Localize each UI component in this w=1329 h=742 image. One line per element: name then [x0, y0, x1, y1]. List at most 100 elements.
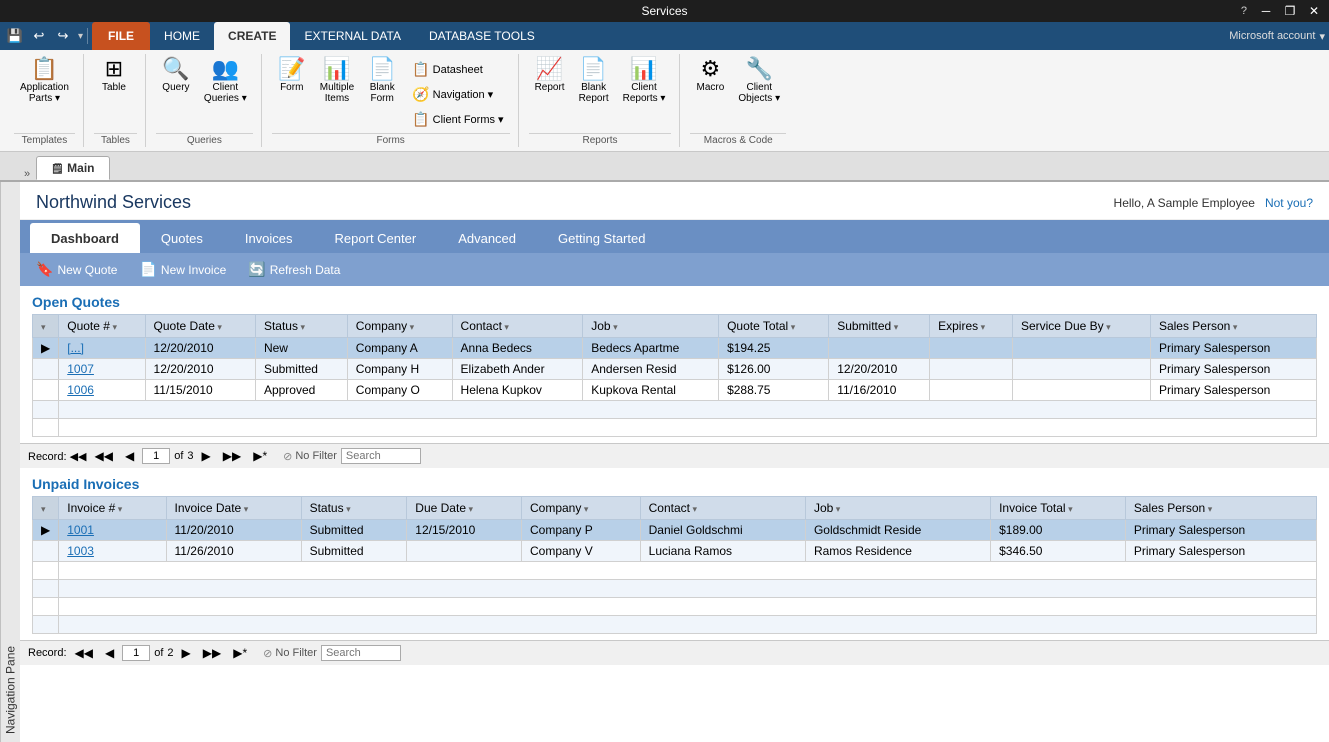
- nav-pane-toggle-btn[interactable]: »: [24, 168, 30, 180]
- row-selector: [33, 380, 59, 401]
- ribbon-tab-database-tools[interactable]: DATABASE TOOLS: [415, 22, 549, 50]
- ribbon-btn-client-objects[interactable]: 🔧 ClientObjects ▾: [732, 54, 786, 108]
- inv-no-filter-label: No Filter: [275, 647, 317, 659]
- col-sales-person[interactable]: Sales Person: [1150, 315, 1316, 338]
- quote-id-link[interactable]: 1007: [59, 359, 145, 380]
- ribbon-btn-navigation[interactable]: 🧭 Navigation ▾: [406, 83, 509, 106]
- restore-button[interactable]: ❐: [1279, 0, 1301, 22]
- quick-access-toolbar: 💾 ↩ ↪ ▾ FILE HOME CREATE EXTERNAL DATA D…: [0, 22, 1329, 50]
- minimize-button[interactable]: ─: [1255, 0, 1277, 22]
- prev-button[interactable]: ◀: [121, 447, 138, 465]
- ribbon-btn-client-queries[interactable]: 👥 ClientQueries ▾: [198, 54, 253, 108]
- invoice-id-link[interactable]: 1003: [59, 541, 166, 562]
- quote-submitted: 12/20/2010: [829, 359, 930, 380]
- inv-prev-button[interactable]: ◀: [101, 644, 118, 662]
- ribbon-tab-external-data[interactable]: EXTERNAL DATA: [290, 22, 414, 50]
- ribbon-btn-client-forms[interactable]: 📋 Client Forms ▾: [406, 108, 509, 131]
- ribbon-content: 📋 ApplicationParts ▾ Templates ⊞ Table T…: [0, 50, 1329, 152]
- ribbon-btn-blank-report[interactable]: 📄 BlankReport: [573, 54, 615, 108]
- account-chevron: ▾: [1319, 30, 1325, 43]
- tables-group-label: Tables: [94, 133, 137, 147]
- ribbon-btn-report[interactable]: 📈 Report: [529, 54, 571, 97]
- col-contact[interactable]: Contact: [452, 315, 583, 338]
- next-last-button[interactable]: ▶▶: [219, 447, 245, 465]
- col-service-due-by[interactable]: Service Due By: [1012, 315, 1150, 338]
- quote-id-link[interactable]: 1006: [59, 380, 145, 401]
- new-invoice-button[interactable]: 📄 New Invoice: [133, 258, 232, 281]
- inv-next-button[interactable]: ▶: [178, 644, 195, 662]
- ribbon-btn-client-reports[interactable]: 📊 ClientReports ▾: [617, 54, 672, 108]
- ribbon-tab-create[interactable]: CREATE: [214, 22, 290, 50]
- new-record-button[interactable]: ▶*: [249, 447, 271, 465]
- app-tab-report-center[interactable]: Report Center: [314, 223, 438, 253]
- col-inv-job[interactable]: Job: [805, 497, 990, 520]
- row-selector: ▶: [33, 338, 59, 359]
- col-due-date[interactable]: Due Date: [407, 497, 522, 520]
- ribbon-btn-application-parts[interactable]: 📋 ApplicationParts ▾: [14, 54, 75, 108]
- nav-pane-text: Navigation Pane: [4, 646, 18, 734]
- prev-first-button[interactable]: ◀◀: [91, 447, 117, 465]
- col-expires[interactable]: Expires: [930, 315, 1013, 338]
- ribbon-group-macros-items: ⚙ Macro 🔧 ClientObjects ▾: [690, 54, 786, 131]
- col-quote-date[interactable]: Quote Date: [145, 315, 255, 338]
- quote-company: Company A: [347, 338, 452, 359]
- new-quote-button[interactable]: 🔖 New Quote: [30, 258, 123, 281]
- app-tab-getting-started[interactable]: Getting Started: [537, 223, 666, 253]
- inv-new-record-button[interactable]: ▶*: [229, 644, 251, 662]
- doc-tab-main[interactable]: 🗒 Main: [36, 156, 109, 180]
- ribbon-tab-file[interactable]: FILE: [92, 22, 150, 50]
- col-status[interactable]: Status: [255, 315, 347, 338]
- ribbon-btn-table[interactable]: ⊞ Table: [94, 54, 134, 97]
- col-invoice-num[interactable]: Invoice #: [59, 497, 166, 520]
- col-inv-contact[interactable]: Contact: [640, 497, 805, 520]
- inv-prev-first-button[interactable]: ◀◀: [71, 644, 97, 662]
- refresh-data-button[interactable]: 🔄 Refresh Data: [242, 258, 346, 281]
- quote-sales: Primary Salesperson: [1150, 380, 1316, 401]
- quote-date: 11/15/2010: [145, 380, 255, 401]
- app-tab-advanced[interactable]: Advanced: [437, 223, 537, 253]
- invoices-search-input[interactable]: [321, 645, 401, 661]
- col-invoice-date[interactable]: Invoice Date: [166, 497, 301, 520]
- qat-undo-button[interactable]: ↩: [28, 25, 50, 47]
- col-invoice-total[interactable]: Invoice Total: [991, 497, 1126, 520]
- inv-record-current-input[interactable]: [122, 645, 150, 661]
- ribbon-group-forms: 📝 Form 📊 MultipleItems 📄 BlankForm 📋 Dat…: [264, 54, 519, 147]
- col-inv-status[interactable]: Status: [301, 497, 407, 520]
- ribbon-btn-macro[interactable]: ⚙ Macro: [690, 54, 730, 97]
- ribbon-btn-form[interactable]: 📝 Form: [272, 54, 312, 108]
- macro-label: Macro: [697, 82, 725, 93]
- quotes-search-input[interactable]: [341, 448, 421, 464]
- col-quote-num[interactable]: Quote #: [59, 315, 145, 338]
- ribbon-btn-query[interactable]: 🔍 Query: [156, 54, 196, 97]
- ribbon-btn-datasheet[interactable]: 📋 Datasheet: [406, 58, 509, 81]
- unpaid-invoices-header-row: Invoice # Invoice Date Status Due Date C…: [33, 497, 1317, 520]
- col-quote-total[interactable]: Quote Total: [719, 315, 829, 338]
- qat-save-button[interactable]: 💾: [4, 25, 26, 47]
- record-current-input[interactable]: [142, 448, 170, 464]
- app-tab-quotes[interactable]: Quotes: [140, 223, 224, 253]
- app-tab-invoices[interactable]: Invoices: [224, 223, 314, 253]
- next-button[interactable]: ▶: [198, 447, 215, 465]
- col-inv-company[interactable]: Company: [522, 497, 641, 520]
- col-company[interactable]: Company: [347, 315, 452, 338]
- close-button[interactable]: ✕: [1303, 0, 1325, 22]
- not-you-link[interactable]: Not you?: [1265, 196, 1313, 210]
- ribbon-group-tables-items: ⊞ Table: [94, 54, 137, 131]
- nav-pane-label[interactable]: Navigation Pane: [0, 182, 20, 742]
- qat-redo-button[interactable]: ↪: [52, 25, 74, 47]
- invoice-company: Company P: [522, 520, 641, 541]
- inv-next-last-button[interactable]: ▶▶: [199, 644, 225, 662]
- col-submitted[interactable]: Submitted: [829, 315, 930, 338]
- ribbon-btn-multiple-items[interactable]: 📊 MultipleItems: [314, 54, 360, 108]
- account-area[interactable]: Microsoft account ▾: [1229, 30, 1325, 43]
- invoice-id-link[interactable]: 1001: [59, 520, 166, 541]
- help-icon[interactable]: ?: [1241, 5, 1247, 17]
- col-job[interactable]: Job: [583, 315, 719, 338]
- col-inv-sales-person[interactable]: Sales Person: [1125, 497, 1316, 520]
- ribbon-tab-home[interactable]: HOME: [150, 22, 214, 50]
- inv-filter-icon: ⊘: [263, 647, 272, 660]
- ribbon-btn-blank-form[interactable]: 📄 BlankForm: [362, 54, 402, 108]
- app-tab-dashboard[interactable]: Dashboard: [30, 223, 140, 253]
- quote-id-link[interactable]: [...]: [59, 338, 145, 359]
- qat-dropdown-icon[interactable]: ▾: [78, 31, 83, 42]
